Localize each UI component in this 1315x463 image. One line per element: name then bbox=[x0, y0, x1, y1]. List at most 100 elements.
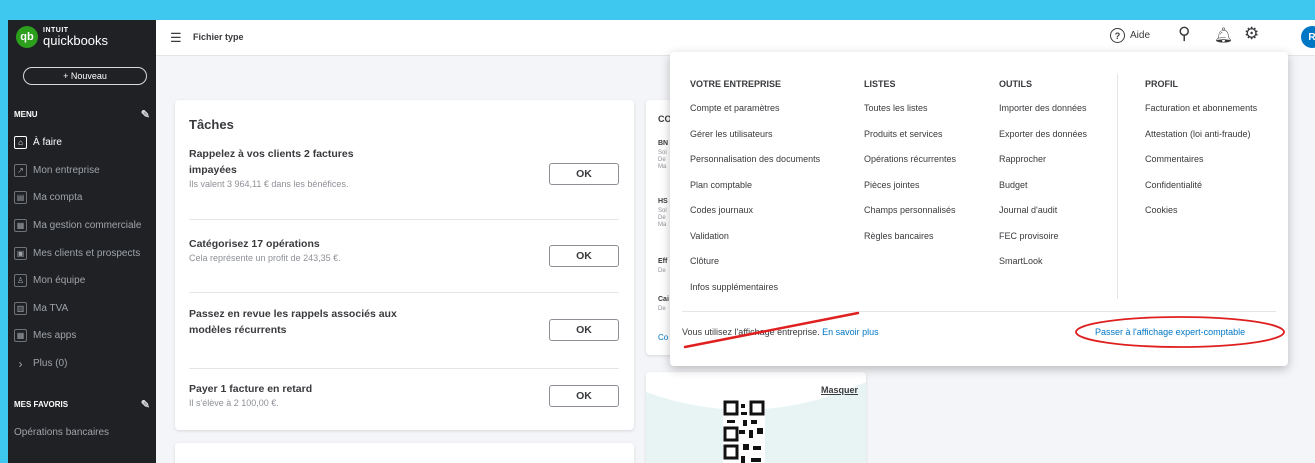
menu-item[interactable]: Rapprocher bbox=[999, 152, 1087, 178]
edit-menu-icon[interactable]: ✎ bbox=[141, 108, 150, 121]
menu-column-heading: VOTRE ENTREPRISE bbox=[690, 79, 782, 89]
menu-item[interactable]: Infos supplémentaires bbox=[690, 280, 820, 306]
sidebar-item-label: Mes clients et prospects bbox=[33, 247, 141, 259]
sidebar-item[interactable]: ▤ Ma compta bbox=[8, 184, 156, 212]
quickbooks-logo[interactable]: qb INTUIT quickbooks bbox=[16, 26, 108, 48]
sidebar-item[interactable]: ♙ Mon équipe bbox=[8, 267, 156, 295]
collapse-menu-icon[interactable]: ☰ bbox=[170, 30, 182, 46]
task-ok-button[interactable]: OK bbox=[549, 163, 619, 185]
learn-more-link[interactable]: En savoir plus bbox=[822, 327, 879, 337]
menu-column-heading: OUTILS bbox=[999, 79, 1032, 89]
avatar[interactable]: R bbox=[1301, 26, 1315, 48]
divider bbox=[189, 219, 619, 220]
help-icon: ? bbox=[1110, 28, 1125, 43]
menu-item[interactable]: FEC provisoire bbox=[999, 229, 1087, 255]
search-icon[interactable]: ⚲ bbox=[1178, 24, 1190, 44]
task-title: Catégorisez 17 opérations bbox=[189, 238, 320, 250]
sidebar-item[interactable]: ▦ Ma gestion commerciale bbox=[8, 212, 156, 240]
menu-item[interactable]: Exporter des données bbox=[999, 127, 1087, 153]
menu-item[interactable]: Attestation (loi anti-fraude) bbox=[1145, 127, 1257, 153]
task-ok-button[interactable]: OK bbox=[549, 319, 619, 341]
sidebar-item-label: Mon entreprise bbox=[33, 164, 100, 176]
edit-favorites-icon[interactable]: ✎ bbox=[141, 398, 150, 411]
sidebar-item[interactable]: ↗ Mon entreprise bbox=[8, 157, 156, 185]
account-name: BN bbox=[658, 140, 669, 147]
account-line: Ma bbox=[658, 164, 667, 170]
logo-product: quickbooks bbox=[43, 33, 109, 48]
menu-item[interactable]: Opérations récurrentes bbox=[864, 152, 956, 178]
commerce-icon: ▦ bbox=[14, 219, 27, 233]
menu-item[interactable]: Clôture bbox=[690, 254, 820, 280]
menu-item[interactable]: Journal d'audit bbox=[999, 203, 1087, 229]
sidebar-item-label: Plus (0) bbox=[33, 358, 68, 370]
tax-icon: ▥ bbox=[14, 301, 27, 315]
sidebar-item[interactable]: ▦ Mes apps bbox=[8, 322, 156, 350]
account-name: HS bbox=[658, 198, 668, 205]
task-subtitle: Cela représente un profit de 243,35 €. bbox=[189, 253, 341, 263]
apps-icon: ▦ bbox=[14, 329, 27, 343]
mobile-app-card: Masquer bbox=[646, 372, 866, 463]
menu-item[interactable]: Codes journaux bbox=[690, 203, 820, 229]
sidebar-item-label: Ma TVA bbox=[33, 302, 69, 314]
home-icon: ⌂ bbox=[14, 136, 27, 150]
sidebar-item[interactable]: › Plus (0) bbox=[8, 350, 156, 378]
qr-code-icon bbox=[723, 400, 765, 463]
sidebar-item[interactable]: ⌂ À faire bbox=[8, 129, 156, 157]
task-ok-button[interactable]: OK bbox=[549, 385, 619, 407]
contacts-icon: ▣ bbox=[14, 246, 27, 260]
menu-column-heading: PROFIL bbox=[1145, 79, 1178, 89]
notifications-bell-icon[interactable]: 🔔︎ bbox=[1214, 26, 1233, 44]
account-line: Ma bbox=[658, 222, 667, 228]
gear-icon[interactable]: ⚙ bbox=[1244, 24, 1259, 44]
tasks-card: Tâches Rappelez à vos clients 2 factures… bbox=[175, 100, 634, 430]
menu-item[interactable]: Validation bbox=[690, 229, 820, 255]
menu-item[interactable]: Cookies bbox=[1145, 203, 1257, 229]
menu-item[interactable]: Facturation et abonnements bbox=[1145, 101, 1257, 127]
menu-column-heading: LISTES bbox=[864, 79, 896, 89]
ledger-icon: ▤ bbox=[14, 191, 27, 205]
sidebar-item[interactable]: ▣ Mes clients et prospects bbox=[8, 239, 156, 267]
menu-item[interactable]: Produits et services bbox=[864, 127, 956, 153]
menu-item[interactable]: Champs personnalisés bbox=[864, 203, 956, 229]
view-mode-text: Vous utilisez l'affichage entreprise. bbox=[682, 327, 820, 337]
menu-item[interactable]: Pièces jointes bbox=[864, 178, 956, 204]
app-window: qb INTUIT quickbooks + Nouveau MENU ✎ ⌂ À… bbox=[8, 20, 1315, 463]
column-company: VOTRE ENTREPRISE Compte et paramètres Gére… bbox=[690, 79, 820, 305]
menu-item[interactable]: Compte et paramètres bbox=[690, 101, 820, 127]
help-button[interactable]: ? Aide bbox=[1110, 28, 1150, 43]
menu-heading: MENU ✎ bbox=[14, 108, 150, 121]
column-profile: PROFIL Facturation et abonnements Attestat… bbox=[1145, 79, 1257, 229]
menu-item[interactable]: Plan comptable bbox=[690, 178, 820, 204]
qb-logo-icon: qb bbox=[16, 26, 38, 48]
menu-item[interactable]: Confidentialité bbox=[1145, 178, 1257, 204]
hide-card-link[interactable]: Masquer bbox=[821, 385, 858, 395]
sidebar-item-label: Mon équipe bbox=[33, 275, 86, 287]
accounts-card-link[interactable]: Co bbox=[658, 333, 668, 342]
task-subtitle: Il s'élève à 2 100,00 €. bbox=[189, 398, 279, 408]
task-ok-button[interactable]: OK bbox=[549, 245, 619, 267]
menu-item[interactable]: Budget bbox=[999, 178, 1087, 204]
top-header: ☰ Fichier type ? Aide ⚲ 🔔︎ ⚙ R bbox=[156, 20, 1315, 56]
account-name: Cai bbox=[658, 296, 669, 303]
switch-accountant-view-link[interactable]: Passer à l'affichage expert-comptable bbox=[1095, 327, 1245, 337]
column-tools: OUTILS Importer des données Exporter des d… bbox=[999, 79, 1087, 280]
new-button[interactable]: + Nouveau bbox=[23, 67, 147, 85]
menu-item[interactable]: SmartLook bbox=[999, 254, 1087, 280]
menu-item[interactable]: Gérer les utilisateurs bbox=[690, 127, 820, 153]
menu-item[interactable]: Commentaires bbox=[1145, 152, 1257, 178]
task-title: Payer 1 facture en retard bbox=[189, 383, 313, 395]
account-line: De bbox=[658, 215, 666, 221]
favorite-item-bank-transactions[interactable]: Opérations bancaires bbox=[14, 427, 109, 438]
account-name: Eff bbox=[658, 258, 668, 265]
team-icon: ♙ bbox=[14, 274, 27, 288]
chevron-right-icon: › bbox=[18, 356, 23, 371]
menu-item[interactable]: Toutes les listes bbox=[864, 101, 956, 127]
account-line: De bbox=[658, 268, 666, 274]
favorites-heading-label: MES FAVORIS bbox=[14, 400, 69, 409]
sidebar-item[interactable]: ▥ Ma TVA bbox=[8, 295, 156, 323]
sidebar-item-label: Ma compta bbox=[33, 192, 83, 204]
menu-item[interactable]: Règles bancaires bbox=[864, 229, 956, 255]
sidebar-nav: ⌂ À faire ↗ Mon entreprise ▤ Ma compta ▦ Ma ges… bbox=[8, 129, 156, 377]
menu-item[interactable]: Personnalisation des documents bbox=[690, 152, 820, 178]
menu-item[interactable]: Importer des données bbox=[999, 101, 1087, 127]
